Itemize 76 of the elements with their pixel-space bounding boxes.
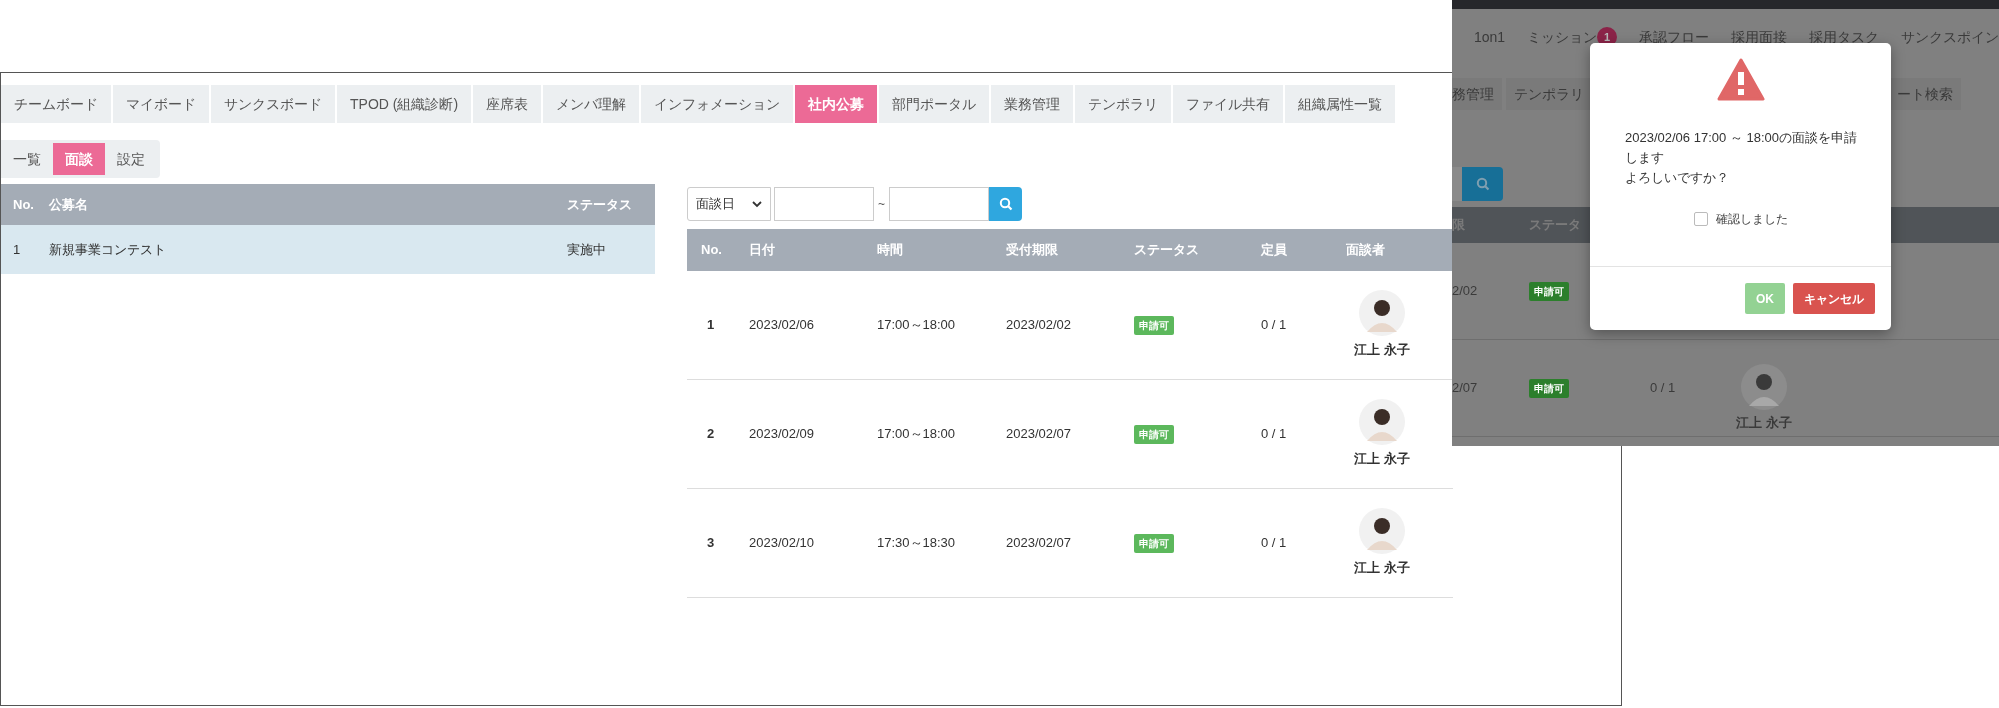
column-header: 公募名 [49,195,89,214]
tab[interactable]: 組織属性一覧 [1285,85,1396,123]
warning-icon [1716,58,1765,101]
table-row[interactable]: 1 新規事業コンテスト 実施中 [1,225,655,274]
cancel-button[interactable]: キャンセル [1793,283,1875,314]
column-header: 定員 [1261,241,1288,260]
table-cell-text: 2/07 [1452,379,1479,398]
person-name: 江上 永子 [1354,559,1410,578]
tab[interactable]: サンクスボード [211,85,335,123]
tab[interactable]: チームボード [1,85,111,123]
input-field[interactable] [1452,167,1462,201]
table-cell-text: 0 / 1 [1650,379,1677,398]
tab[interactable]: インフォメーション [641,85,794,123]
search-button[interactable] [989,187,1022,221]
column-header: ステータス [567,195,633,214]
tab[interactable]: ファイル共有 [1173,85,1284,123]
table-cell-text: 0 / 1 [1261,425,1288,444]
column-header: No. [12,195,35,214]
avatar-icon [1358,290,1405,337]
status-badge: 申請可 [1134,425,1174,444]
column-header: 時間 [877,241,904,260]
status-badge: 申請可 [1529,282,1569,301]
table-cell-text: 2 [706,425,716,444]
table-cell-text: 2023/02/07 [1006,425,1073,444]
table-cell-text: 17:00～18:00 [877,316,957,335]
column-header: No. [700,241,723,260]
tab[interactable]: マイボード [113,85,209,123]
tab[interactable]: 座席表 [473,85,542,123]
tab[interactable]: 部門ポータル [879,85,990,123]
date-field[interactable] [889,187,989,221]
table-cell-text: 1 [706,316,716,335]
dialog-message: よろしいですか？ [1625,169,1730,187]
dialog-message: 2023/02/06 17:00 ～ 18:00の面談を申請します [1625,129,1858,167]
table-cell-text: 2023/02/09 [749,425,816,444]
column-header: 受付期限 [1006,241,1059,260]
table-cell-text: 0 / 1 [1261,534,1288,553]
caret-icon [752,200,762,208]
checkbox-label: 確認しました [1715,211,1788,228]
select-value: 面談日 [696,195,735,214]
table-cell-text: 2023/02/06 [749,316,816,335]
person-name: 江上 永子 [1354,450,1410,469]
avatar-icon [1358,399,1405,446]
person-name: 江上 永子 [1736,413,1792,432]
column-header: 日付 [749,241,776,260]
range-separator: ~ [877,196,886,213]
checkbox[interactable] [1693,212,1708,226]
person-name: 江上 永子 [1354,341,1410,360]
subtab[interactable]: 設定 [105,143,157,175]
tab[interactable]: 業務管理 [991,85,1074,123]
table-cell-text: 2/02 [1452,282,1479,301]
search-button[interactable] [1462,167,1503,201]
table-cell-text: 2023/02/07 [1006,534,1073,553]
table-cell-text: 17:00～18:00 [877,425,957,444]
table-cell-text: 3 [706,534,716,553]
date-select[interactable]: 面談日 [687,187,771,221]
tab[interactable]: メンバ理解 [543,85,640,123]
status-badge: 申請可 [1529,379,1569,398]
table-cell-text: 2023/02/02 [1006,316,1073,335]
table-cell-text: 1 [12,240,22,259]
avatar-icon [1740,363,1787,410]
status-badge: 申請可 [1134,534,1174,553]
table-cell-text: 0 / 1 [1261,316,1288,335]
column-header: 面談者 [1346,241,1386,260]
column-header: ステータス [1134,241,1200,260]
avatar-icon [1358,508,1405,555]
date-field[interactable] [774,187,874,221]
table-cell-text: 17:30～18:30 [877,534,957,553]
search-icon [1475,177,1490,191]
tab[interactable]: テンポラリ [1075,85,1172,123]
search-icon [998,197,1013,211]
table-cell-text: 新規事業コンテスト [49,240,167,259]
table-cell-text: 実施中 [567,240,607,259]
status-badge: 申請可 [1134,316,1174,335]
table-cell-text: 2023/02/10 [749,534,816,553]
tab[interactable]: TPOD (組織診断) [337,85,472,123]
subtab[interactable]: 一覧 [1,143,53,175]
